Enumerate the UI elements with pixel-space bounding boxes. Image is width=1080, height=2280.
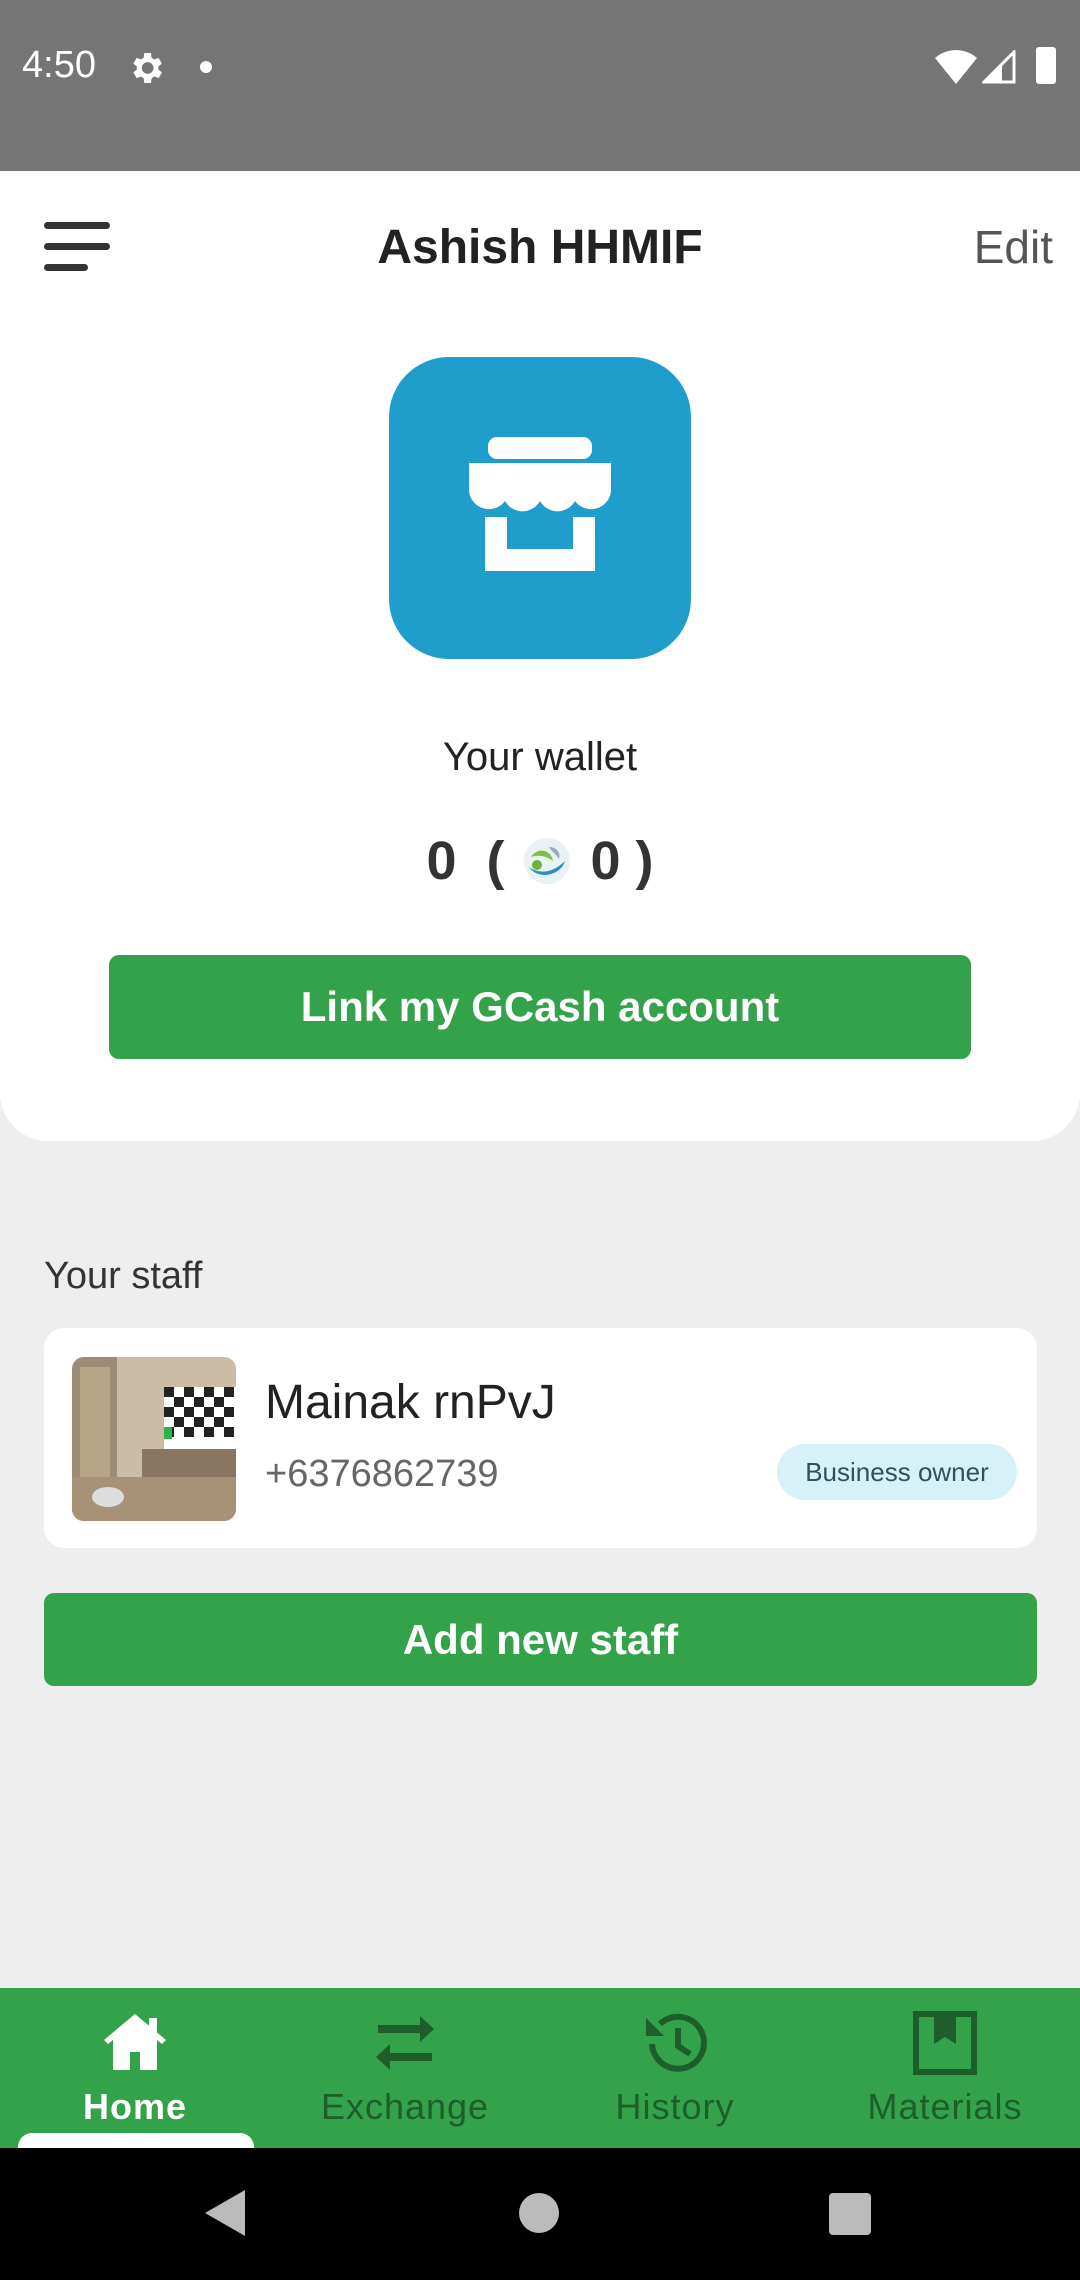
role-badge: Business owner	[777, 1444, 1017, 1500]
staff-avatar	[72, 1357, 236, 1521]
nav-home-label: Home	[82, 2086, 188, 2127]
add-staff-button[interactable]: Add new staff	[44, 1593, 1037, 1686]
battery-icon	[1036, 47, 1056, 84]
page-title: Ashish HHMIF	[377, 221, 703, 274]
status-bar: 4:50	[0, 0, 1080, 171]
exchange-icon	[376, 2016, 434, 2070]
storefront-icon	[469, 437, 611, 571]
wallet-label: Your wallet	[442, 735, 638, 779]
wallet-balance-value: 0	[426, 831, 457, 891]
wifi-icon	[935, 50, 977, 84]
system-nav-bar	[0, 2148, 1080, 2280]
nav-home[interactable]: Home	[0, 1988, 270, 2148]
nav-exchange-label: Exchange	[320, 2086, 490, 2127]
wallet-points-value: 0	[590, 831, 621, 891]
notification-dot-icon	[200, 61, 212, 73]
home-icon	[104, 2014, 166, 2070]
staff-card[interactable]: Mainak rnPvJ +6376862739 Business owner	[44, 1328, 1037, 1548]
staff-name: Mainak rnPvJ	[265, 1376, 556, 1429]
settings-gear-icon	[133, 53, 162, 83]
home-circle-icon[interactable]	[518, 2192, 560, 2234]
staff-heading: Your staff	[44, 1255, 203, 1297]
nav-materials[interactable]: Materials	[810, 1988, 1080, 2148]
status-time: 4:50	[22, 44, 96, 86]
nav-history-label: History	[615, 2086, 735, 2127]
bottom-nav: Home Exchange History Materials	[0, 1988, 1080, 2148]
bookmark-box-icon	[913, 2011, 977, 2075]
eco-points-coin-icon	[524, 838, 571, 884]
wallet-balance: 0 ( 0 )	[426, 831, 654, 891]
staff-phone: +6376862739	[265, 1453, 499, 1495]
store-logo	[389, 357, 691, 659]
nav-exchange[interactable]: Exchange	[270, 1988, 540, 2148]
link-gcash-button[interactable]: Link my GCash account	[109, 955, 971, 1059]
edit-button[interactable]: Edit	[974, 220, 1053, 274]
nav-materials-label: Materials	[867, 2086, 1023, 2127]
history-icon	[646, 2013, 707, 2072]
back-icon[interactable]	[205, 2190, 247, 2236]
nav-history[interactable]: History	[540, 1988, 810, 2148]
recents-icon[interactable]	[829, 2193, 871, 2235]
signal-icon	[982, 50, 1016, 84]
